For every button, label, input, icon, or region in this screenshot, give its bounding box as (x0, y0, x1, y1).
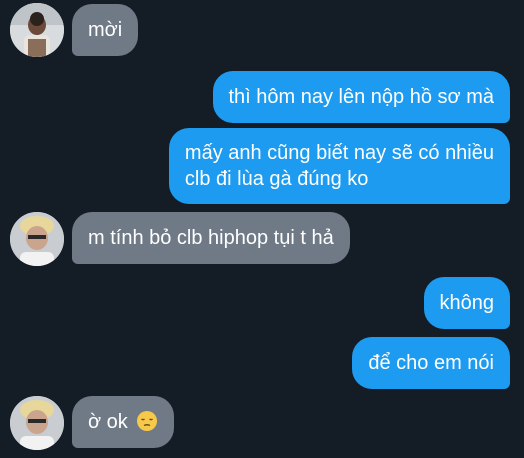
message-text: để cho em nói (368, 352, 494, 374)
chat-thread: mời thì hôm nay lên nộp hồ sơ mà mấy anh… (0, 0, 524, 458)
message-bubble[interactable]: m tính bỏ clb hiphop tụi t hả (72, 212, 350, 264)
message-text: không (439, 292, 495, 314)
message-bubble[interactable]: ờ ok (72, 396, 175, 448)
message-text: mấy anh cũng biết nay sẽ có nhiều (184, 142, 494, 164)
message-text: thì hôm nay lên nộp hồ sơ mà (228, 86, 495, 108)
message-text: mời (88, 19, 123, 41)
message-text: clb đi lùa gà đúng ko (184, 168, 369, 190)
avatar-photo-icon (10, 396, 64, 450)
message-bubble[interactable]: không (423, 277, 510, 329)
contact-avatar[interactable] (10, 212, 64, 266)
contact-avatar[interactable] (10, 396, 64, 450)
pensive-face-emoji-icon (137, 411, 158, 431)
message-bubble[interactable]: mấy anh cũng biết nay sẽ có nhiều clb đi… (168, 128, 510, 204)
avatar-photo-icon (10, 3, 64, 57)
message-bubble[interactable]: mời (72, 4, 139, 56)
message-text: ờ ok (88, 411, 128, 433)
message-bubble[interactable]: để cho em nói (352, 337, 510, 389)
contact-avatar[interactable] (10, 3, 64, 57)
message-text: m tính bỏ clb hiphop tụi t hả (88, 227, 334, 249)
message-bubble[interactable]: thì hôm nay lên nộp hồ sơ mà (212, 71, 510, 123)
avatar-photo-icon (10, 212, 64, 266)
